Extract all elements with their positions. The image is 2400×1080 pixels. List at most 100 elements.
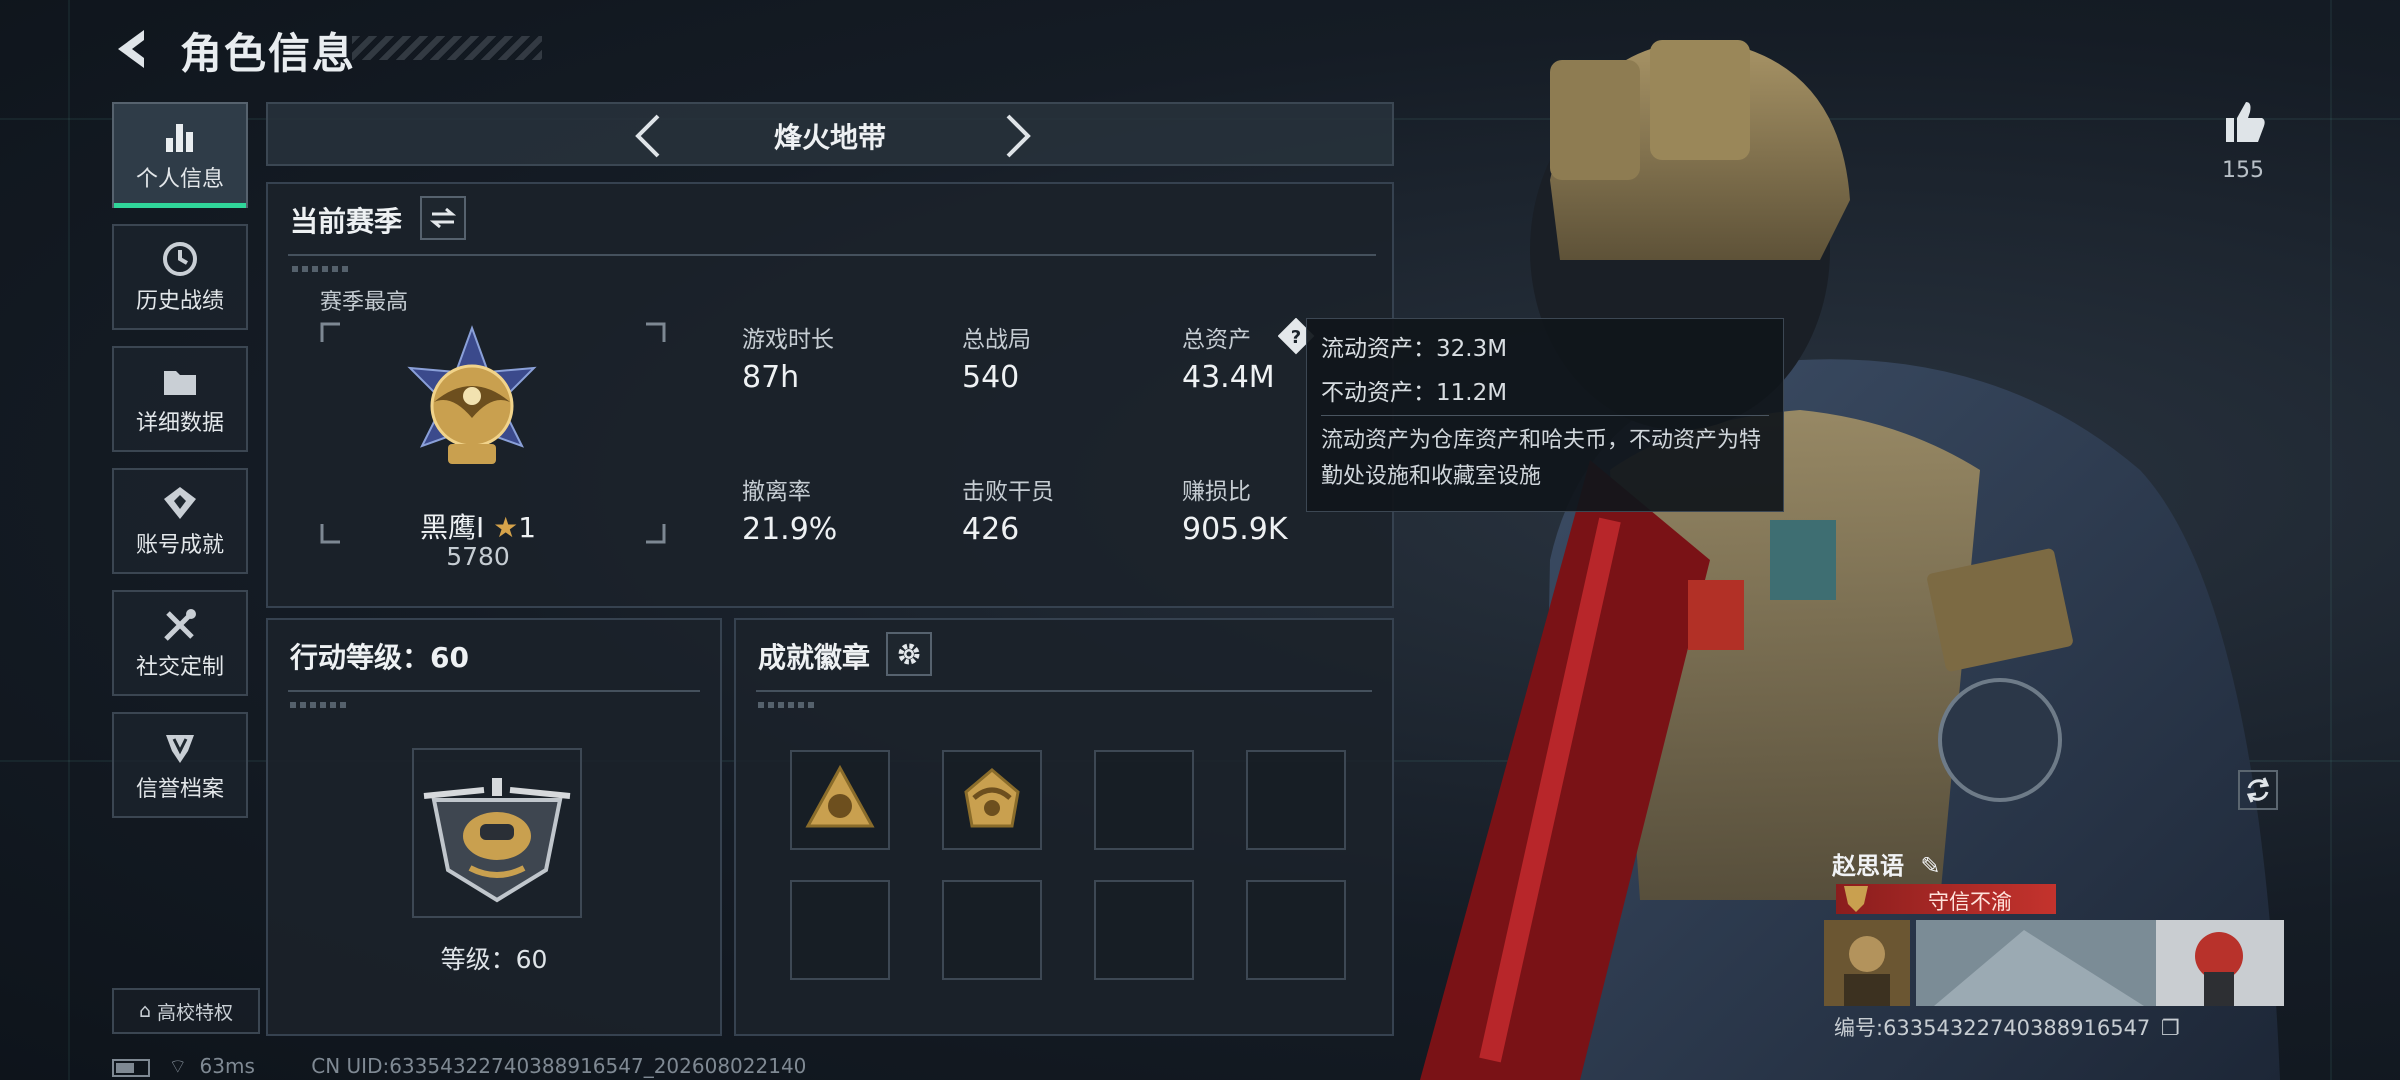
sidebar-item-label: 信誉档案 [135, 777, 224, 802]
divider [288, 690, 700, 692]
sidebar-item-label: 详细数据 [135, 411, 224, 436]
stat-value-assets: 43.4M [1182, 360, 1275, 395]
decoration [290, 702, 350, 708]
refresh-button[interactable] [2238, 770, 2278, 810]
status-bar: ⌔ 63ms CN UID:6335432274038891654​7_2026… [112, 1054, 806, 1079]
sidebar-item-details[interactable]: 详细数据 [112, 346, 248, 452]
tools-icon [160, 605, 200, 645]
sidebar-item-label: 账号成就 [135, 533, 224, 558]
season-best-label: 赛季最高 [320, 290, 409, 315]
season-switch-button[interactable] [420, 196, 466, 240]
achievement-icon [160, 483, 200, 523]
sidebar-item-credit[interactable]: 信誉档案 [112, 712, 248, 818]
badge-slot-empty[interactable] [1094, 750, 1194, 850]
back-button[interactable] [110, 26, 156, 72]
wifi-icon: ⌔ [168, 1054, 188, 1078]
sidebar-item-history[interactable]: 历史战绩 [112, 224, 248, 330]
stat-value-extraction-rate: 21.9% [742, 512, 838, 547]
stat-value-profit-ratio: 905.9K [1182, 512, 1288, 547]
badge-slot-empty[interactable] [1094, 880, 1194, 980]
sidebar-item-personal-info[interactable]: 个人信息 [112, 102, 248, 208]
season-title: 当前赛季 [290, 205, 403, 238]
tooltip-note: 流动资产为仓库资产和哈夫币，不动资产为特勤处设施和收藏室设施 [1321, 428, 1762, 489]
mode-selector: 烽火地带 [266, 102, 1394, 166]
badge-slot-empty[interactable] [1246, 880, 1346, 980]
mode-title: 烽火地带 [773, 121, 886, 154]
rank-points: 5780 [446, 542, 510, 571]
operator-character-image [1420, 40, 2280, 1080]
refresh-icon [2246, 777, 2270, 803]
divider [1321, 415, 1769, 416]
campus-privilege-button[interactable]: ⌂ 高校特权 [112, 988, 260, 1034]
stat-value-playtime: 87h [742, 360, 800, 395]
rank-star-count: 1 [518, 511, 537, 544]
copy-icon[interactable]: ❐ [2161, 1016, 2180, 1040]
divider [756, 690, 1372, 692]
switch-icon [430, 207, 456, 229]
player-title-banner: 守信不渝 [1836, 884, 2056, 914]
sidebar-item-label: 个人信息 [135, 167, 224, 192]
sidebar-item-label: 历史战绩 [135, 289, 224, 314]
tooltip-fixed-assets: 不动资产：11.2M [1321, 380, 1508, 406]
level-badge-frame [412, 748, 582, 918]
black-hawk-rank-emblem [407, 325, 537, 464]
badge-slot[interactable] [942, 750, 1042, 850]
edit-icon[interactable]: ✎ [1920, 852, 1940, 880]
badge-slot[interactable] [790, 750, 890, 850]
tooltip-liquid-assets: 流动资产：32.3M [1321, 336, 1508, 362]
badge-icon [805, 764, 875, 828]
season-panel: 当前赛季 赛季最高 黑鹰I ★1 5780 游戏时长 87h 总战局 540 总… [266, 182, 1394, 608]
stat-label-extraction-rate: 撤离率 [742, 479, 811, 505]
player-id: 编号:6335432274038891654​7 ❐ [1834, 1012, 2180, 1042]
decoration [758, 702, 818, 708]
decoration [292, 266, 352, 272]
uid-text: CN UID:6335432274038891654​7_20260802214… [311, 1054, 807, 1078]
stat-label-kills: 击败干员 [962, 479, 1054, 505]
badge-settings-button[interactable] [886, 632, 932, 676]
campus-icon: ⌂ [138, 1000, 152, 1022]
title-decoration [352, 36, 542, 60]
player-showcase-cards [1824, 920, 2284, 1006]
badge-icon [964, 768, 1020, 828]
grid-line [68, 0, 70, 1080]
badge-slot-empty[interactable] [942, 880, 1042, 980]
level-panel: 行动等级：60 等级：60 [266, 618, 722, 1036]
badge-slot-empty[interactable] [1246, 750, 1346, 850]
clock-icon [160, 239, 200, 279]
rank-name: 黑鹰I [419, 511, 485, 544]
like-count: 155 [2222, 158, 2264, 183]
player-name: 赵思语 ✎ [1832, 846, 1940, 881]
thumbs-up-icon[interactable] [2222, 98, 2266, 146]
gear-icon [898, 643, 920, 665]
shield-icon [160, 727, 200, 767]
level-title: 行动等级：60 [290, 641, 469, 674]
player-name-text: 赵思语 [1832, 852, 1904, 880]
stat-label-profit-ratio: 赚损比 [1182, 479, 1251, 505]
player-title: 守信不渝 [1928, 890, 2012, 914]
star-icon: ★ [493, 511, 519, 544]
badge-slot-empty[interactable] [790, 880, 890, 980]
next-mode-button[interactable] [998, 112, 1038, 160]
bar-chart-icon [160, 117, 200, 157]
badge-panel: 成就徽章 [734, 618, 1394, 1036]
stat-label-playtime: 游戏时长 [742, 327, 834, 353]
sidebar-item-social[interactable]: 社交定制 [112, 590, 248, 696]
folder-icon [160, 361, 200, 401]
svg-text:?: ? [1291, 327, 1301, 348]
ping-value: 63ms [199, 1054, 255, 1078]
stat-value-kills: 426 [962, 512, 1020, 547]
helicopter-level-badge [423, 778, 571, 903]
stat-label-matches: 总战局 [962, 327, 1031, 353]
stat-value-matches: 540 [962, 360, 1020, 395]
level-label: 等级：60 [440, 945, 548, 974]
grid-line [2330, 0, 2332, 1080]
title-emblem-icon [1844, 886, 1868, 912]
badge-title: 成就徽章 [758, 641, 871, 674]
player-id-text: 编号:6335432274038891654​7 [1834, 1016, 2151, 1040]
page-title: 角色信息 [180, 29, 357, 78]
campus-label: 高校特权 [157, 1001, 234, 1024]
sidebar-item-label: 社交定制 [135, 655, 224, 680]
sidebar-item-achievements[interactable]: 账号成就 [112, 468, 248, 574]
rank-display: 黑鹰I ★1 [268, 506, 688, 546]
assets-tooltip: 流动资产：32.3M 不动资产：11.2M 流动资产为仓库资产和哈夫币，不动资产… [1306, 318, 1784, 512]
